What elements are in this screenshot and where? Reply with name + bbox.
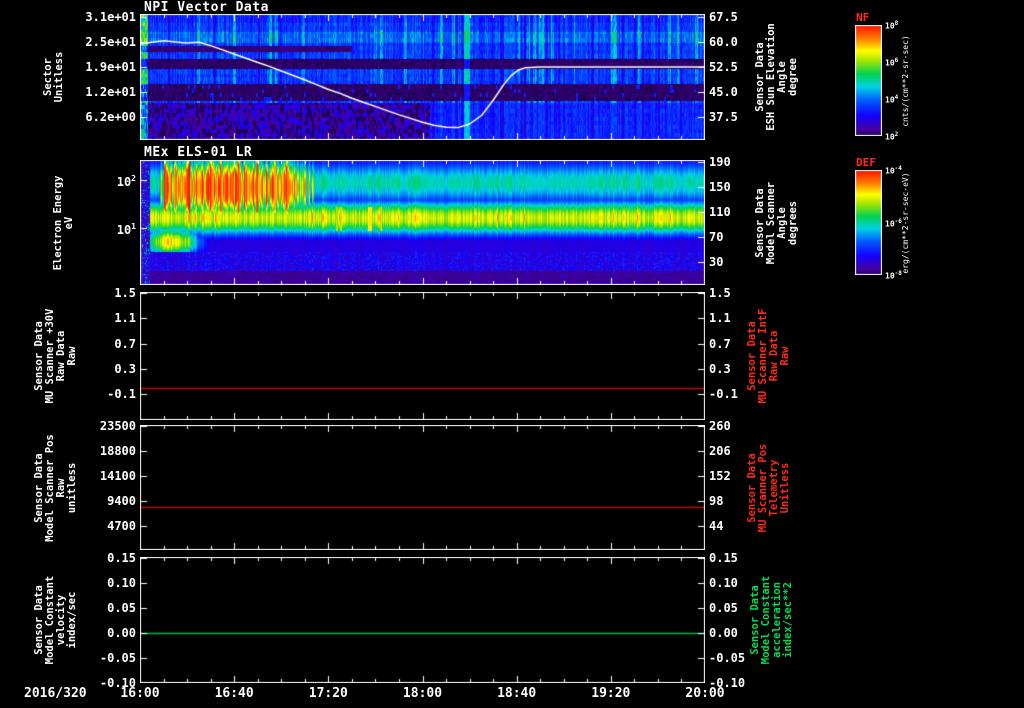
model-constant-velocity-right-axis-label: Sensor Data Model Constant acceleration ind… <box>749 575 794 665</box>
colorbar-label-nf: NF <box>856 11 870 24</box>
mu-scanner-30v-line-panel-canvas <box>140 292 705 420</box>
panel-title-mex-els: MEx ELS-01 LR <box>144 145 253 160</box>
npi-vector-right-axis-label: Sensor Data ESH Sun Elevation Angle degree <box>754 23 799 131</box>
npi-vector-left-tick-label: 1.2e+01 <box>85 84 136 99</box>
npi-vector-left-axis-label: Sector Unitless <box>42 51 65 103</box>
x-axis-tick-label: 18:40 <box>497 686 537 701</box>
x-axis-tick-label: 17:20 <box>308 686 348 701</box>
x-axis-tick-label: 18:00 <box>402 686 443 701</box>
els-right-axis-label: Sensor Data Model Scanner Angle degrees <box>754 181 799 264</box>
mu-scanner-30v-left-axis-label: Sensor Data MU Scanner +30V Raw Data Raw <box>33 308 78 404</box>
x-axis-tick-label: 19:20 <box>591 686 631 701</box>
x-axis-tick-label: 20:00 <box>685 686 725 701</box>
colorbar-label-def: DEF <box>856 156 876 169</box>
colorbar-nf-units-label: cnts/(cm**2-sr-sec) <box>901 34 910 127</box>
npi-vector-left-tick-label: 6.2e+00 <box>85 109 136 124</box>
spacecraft-data-plot-figure: NPI Vector Data MEx ELS-01 LR 3.1e+01 2.5… <box>0 0 1024 708</box>
npi-vector-left-tick-label: 2.5e+01 <box>85 34 136 49</box>
model-scanner-pos-right-axis-label: Sensor Data MU Scanner Pos Telemetry Unitle… <box>746 443 791 532</box>
els-left-axis-label: Electron Energy eV <box>52 175 75 270</box>
model-scanner-pos-left-axis-label: Sensor Data Model Scanner Pos Raw unitless <box>33 433 78 542</box>
x-axis-tick-label: 16:00 <box>120 686 160 701</box>
colorbar-nf <box>855 25 882 136</box>
mu-scanner-30v-right-axis-label: Sensor Data MU Scanner IntF Raw Data Raw <box>746 308 791 404</box>
x-axis-tick-label: 16:40 <box>214 686 254 701</box>
model-constant-velocity-left-axis-label: Sensor Data Model Constant velocity index/s… <box>33 575 78 665</box>
model-constant-velocity-line-panel-canvas <box>140 557 705 683</box>
npi-vector-left-tick-label: 1.9e+01 <box>85 60 136 75</box>
panel-title-npi-vector-data: NPI Vector Data <box>144 0 269 15</box>
npi-vector-left-tick-label: 3.1e+01 <box>85 10 136 25</box>
colorbar-def <box>855 170 882 275</box>
date-label: 2016/320 <box>24 686 87 701</box>
npi-sector-spectrogram-canvas <box>140 14 705 140</box>
colorbar-def-units-label: erg/(cm**2-sr-sec-eV) <box>901 171 910 274</box>
model-scanner-pos-line-panel-canvas <box>140 425 705 550</box>
els-energy-spectrogram-canvas <box>140 160 705 285</box>
